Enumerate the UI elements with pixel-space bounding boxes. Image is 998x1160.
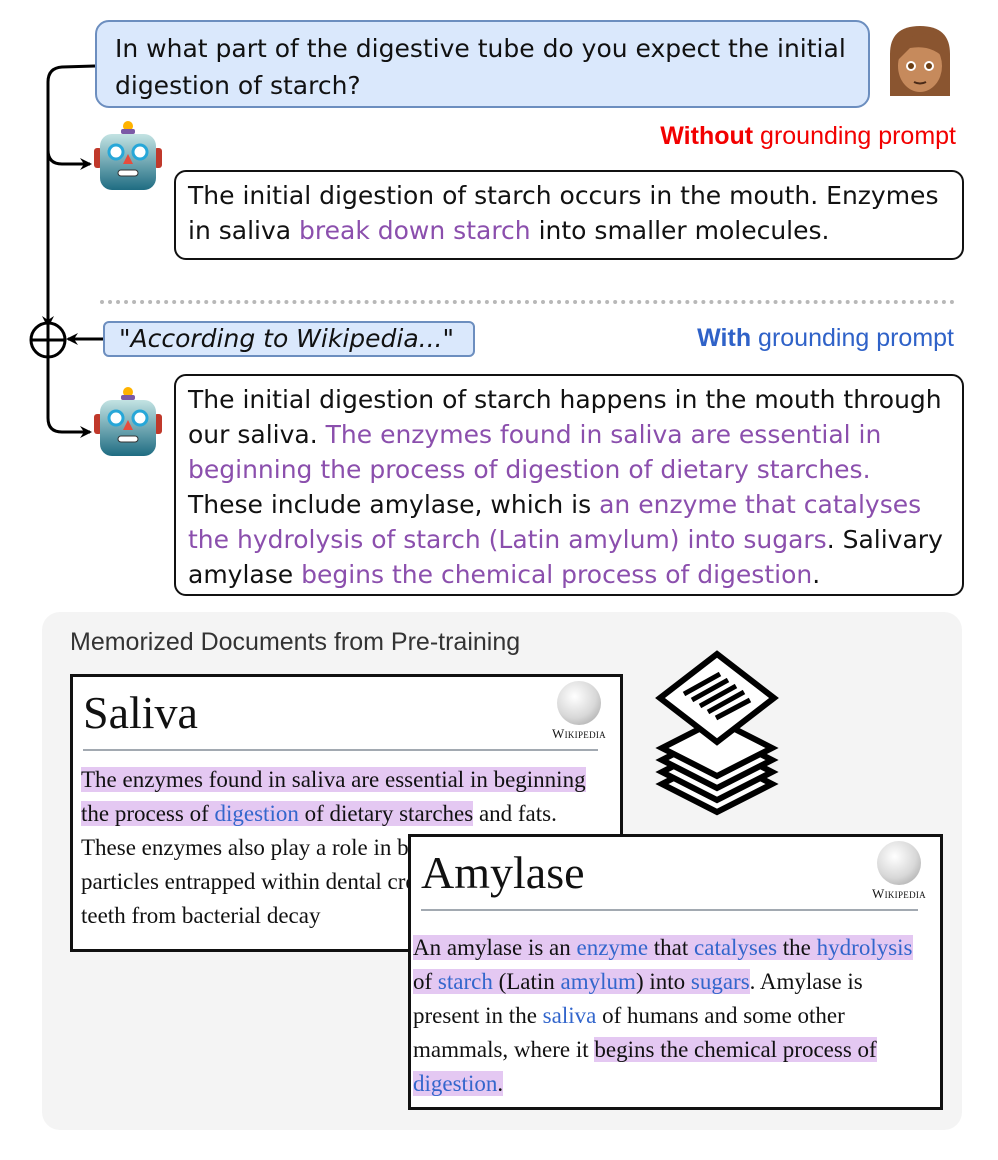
user-question-bubble: In what part of the digestive tube do yo… bbox=[95, 20, 870, 108]
arrow-question-to-robot1 bbox=[46, 64, 96, 170]
wiki-text-highlighted: An amylase is an bbox=[413, 935, 577, 960]
wiki-text-highlighted: (Latin bbox=[492, 969, 561, 994]
answer-segment: . bbox=[812, 560, 821, 589]
wiki-link[interactable]: hydrolysis bbox=[816, 935, 913, 960]
with-label-bold: With bbox=[697, 324, 752, 352]
with-grounding-label: With grounding prompt bbox=[697, 324, 954, 353]
wiki-text-highlighted: of dietary starches bbox=[298, 801, 474, 826]
wiki-card-amylase: Amylase Wikipedia An amylase is an enzym… bbox=[408, 834, 943, 1110]
wiki-title: Saliva bbox=[83, 687, 198, 738]
arrow-plus-to-robot2 bbox=[46, 357, 92, 438]
wiki-title-rule bbox=[83, 749, 598, 751]
grounding-prompt-text: "According to Wikipedia..." bbox=[119, 324, 454, 353]
wikipedia-wordmark: Wikipedia bbox=[552, 726, 606, 741]
wiki-link[interactable]: amylum bbox=[560, 969, 636, 994]
wiki-title-rule bbox=[421, 909, 918, 911]
wiki-title: Amylase bbox=[421, 847, 585, 898]
answer-segment: These include amylase, which is bbox=[188, 490, 600, 519]
grounding-prompt-box: "According to Wikipedia..." bbox=[103, 321, 475, 357]
wikipedia-globe-icon bbox=[877, 841, 921, 885]
robot-icon bbox=[94, 121, 162, 190]
answer-with-grounding: The initial digestion of starch happens … bbox=[174, 374, 964, 596]
wiki-text-highlighted: ) into bbox=[635, 969, 691, 994]
wikipedia-logo: Wikipedia bbox=[864, 841, 934, 902]
answer-segment: into smaller molecules. bbox=[530, 216, 830, 245]
wiki-text-highlighted: . bbox=[497, 1071, 504, 1096]
wikipedia-globe-icon bbox=[557, 681, 601, 725]
without-label-bold: Without bbox=[660, 122, 754, 150]
woman-avatar-icon bbox=[890, 26, 950, 96]
wiki-text-highlighted: the bbox=[777, 935, 817, 960]
wiki-body-text: An amylase is an enzyme that catalyses t… bbox=[413, 931, 932, 1101]
wiki-link[interactable]: enzyme bbox=[576, 935, 649, 960]
wiki-link[interactable]: starch bbox=[437, 969, 493, 994]
wikipedia-wordmark: Wikipedia bbox=[872, 886, 926, 901]
wikipedia-logo: Wikipedia bbox=[544, 681, 614, 742]
document-stack-icon bbox=[655, 650, 779, 816]
without-grounding-label: Without grounding prompt bbox=[660, 122, 956, 151]
memorized-documents-title: Memorized Documents from Pre-training bbox=[70, 628, 521, 656]
user-question-text: In what part of the digestive tube do yo… bbox=[115, 34, 846, 100]
wiki-link[interactable]: sugars bbox=[690, 969, 750, 994]
answer-segment-quoted: begins the chemical process of digestion bbox=[301, 560, 813, 589]
with-label-rest: grounding prompt bbox=[751, 324, 954, 352]
section-divider bbox=[100, 300, 955, 304]
wiki-text-highlighted: of bbox=[413, 969, 438, 994]
wiki-text-highlighted: begins the chemical process of bbox=[594, 1037, 877, 1062]
wiki-link[interactable]: saliva bbox=[543, 1003, 597, 1028]
robot-icon bbox=[94, 387, 162, 456]
wiki-link[interactable]: catalyses bbox=[694, 935, 778, 960]
wiki-link[interactable]: digestion bbox=[413, 1071, 498, 1096]
wiki-text-highlighted: that bbox=[648, 935, 695, 960]
wiki-link[interactable]: digestion bbox=[214, 801, 299, 826]
without-label-rest: grounding prompt bbox=[753, 122, 956, 150]
answer-segment-quoted: break down starch bbox=[299, 216, 531, 245]
answer-without-grounding: The initial digestion of starch occurs i… bbox=[174, 170, 964, 260]
